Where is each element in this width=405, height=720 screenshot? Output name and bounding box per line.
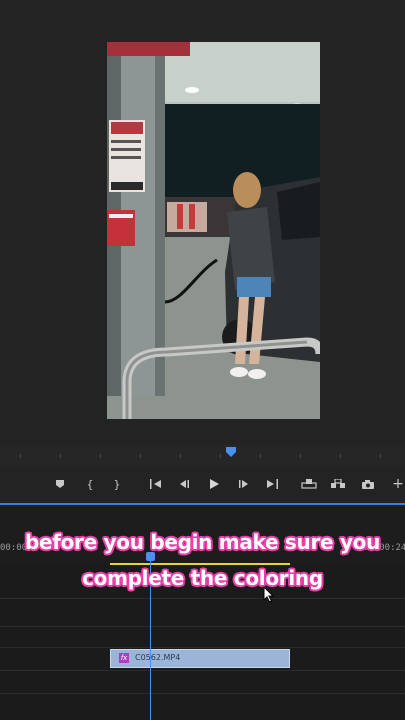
lift-button[interactable] xyxy=(299,475,319,493)
work-area-bar[interactable] xyxy=(110,563,290,565)
scrub-tick xyxy=(100,454,101,458)
scrub-tick xyxy=(340,454,341,458)
caption-line-1: before you begin make sure you xyxy=(24,530,381,554)
track-divider xyxy=(0,647,405,648)
monitor-playhead-icon[interactable] xyxy=(226,447,236,457)
scrub-tick xyxy=(380,454,381,458)
transport-controls: { } + xyxy=(0,467,405,503)
go-to-in-icon xyxy=(150,479,161,489)
step-back-button[interactable] xyxy=(174,475,194,493)
scrub-tick xyxy=(60,454,61,458)
marker-icon xyxy=(56,480,64,488)
scrub-tick xyxy=(140,454,141,458)
play-icon xyxy=(210,479,219,489)
track-divider xyxy=(0,693,405,694)
add-button[interactable]: + xyxy=(388,475,405,493)
play-button[interactable] xyxy=(204,475,224,493)
mark-in-button[interactable]: { xyxy=(80,475,100,493)
camera-icon xyxy=(362,479,374,489)
extract-button[interactable] xyxy=(328,475,348,493)
caption-line-2: complete the coloring xyxy=(82,566,323,590)
go-to-in-button[interactable] xyxy=(146,475,166,493)
track-divider xyxy=(0,598,405,599)
scrub-tick xyxy=(260,454,261,458)
mark-out-button[interactable]: } xyxy=(107,475,127,493)
export-frame-button[interactable] xyxy=(358,475,378,493)
step-back-icon xyxy=(180,480,189,488)
video-scene xyxy=(107,42,320,419)
program-monitor xyxy=(0,0,405,445)
mark-out-icon: } xyxy=(113,477,121,491)
mark-in-icon: { xyxy=(86,477,94,491)
marker-button[interactable] xyxy=(50,475,70,493)
plus-icon: + xyxy=(392,476,404,492)
video-frame[interactable] xyxy=(107,42,320,419)
step-forward-button[interactable] xyxy=(234,475,254,493)
track-divider xyxy=(0,626,405,627)
go-to-out-icon xyxy=(267,479,278,489)
scrub-tick xyxy=(180,454,181,458)
extract-icon xyxy=(331,479,345,488)
step-forward-icon xyxy=(239,480,248,488)
track-divider xyxy=(0,670,405,671)
scrub-tick xyxy=(300,454,301,458)
playback-scrubber[interactable] xyxy=(0,445,405,467)
fx-badge-icon: fx xyxy=(119,653,129,663)
scrub-tick xyxy=(220,454,221,458)
mouse-cursor-icon xyxy=(263,586,275,603)
scrub-tick xyxy=(20,454,21,458)
lift-icon xyxy=(301,479,317,489)
video-clip[interactable]: fx C0562.MP4 xyxy=(110,649,290,668)
go-to-out-button[interactable] xyxy=(262,475,282,493)
clip-name: C0562.MP4 xyxy=(135,653,181,662)
